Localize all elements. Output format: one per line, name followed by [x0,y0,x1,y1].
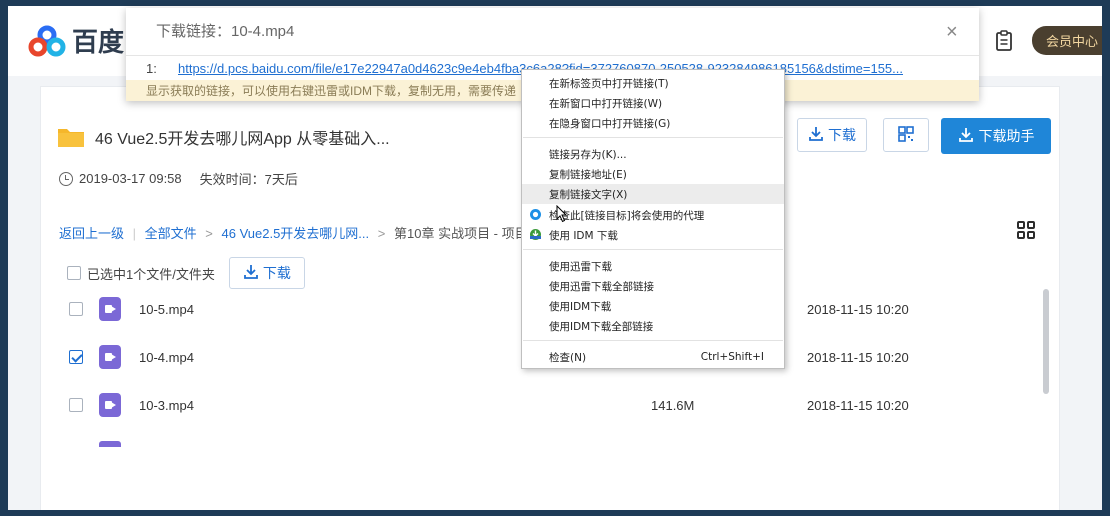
video-file-icon [99,345,121,369]
vip-center-button[interactable]: 会员中心 [1031,26,1102,55]
file-name[interactable]: 10-3.mp4 [139,398,194,413]
proxy-icon [529,208,542,221]
baidu-cloud-icon [28,24,66,58]
breadcrumb-separator: > [205,226,213,241]
menu-idm-download-2[interactable]: 使用IDM下载 [522,296,784,316]
menu-idm-download[interactable]: 使用 IDM 下载 [522,225,784,245]
close-icon[interactable]: × [946,22,958,42]
file-name[interactable]: 10-5.mp4 [139,302,194,317]
menu-copy-link-address[interactable]: 复制链接地址(E) [522,164,784,184]
link-index: 1: [146,60,157,76]
menu-thunder-download[interactable]: 使用迅雷下载 [522,256,784,276]
file-size: 141.6M [651,397,695,413]
clipboard-icon[interactable] [994,29,1014,52]
download-icon [958,127,974,146]
scrollbar[interactable] [1043,289,1049,394]
menu-inspect-label: 检查(N) [549,351,587,364]
video-file-icon [99,441,121,457]
file-date: 2018-11-15 10:20 [807,397,909,413]
video-file-icon [99,297,121,321]
file-date: 2018-11-15 10:20 [807,349,909,365]
file-row[interactable]: 10-3.mp4 141.6M 2018-11-15 10:20 [41,381,1041,429]
menu-separator [523,249,783,250]
download-helper-button[interactable]: 下载助手 [941,118,1051,154]
video-file-icon [99,393,121,417]
mouse-cursor-icon [556,204,568,223]
file-checkbox[interactable] [69,302,83,316]
file-checkbox[interactable] [69,398,83,412]
menu-idm-download-all[interactable]: 使用IDM下载全部链接 [522,316,784,336]
download-button-label: 下载 [828,127,856,143]
menu-open-new-tab[interactable]: 在新标签页中打开链接(T) [522,73,784,93]
menu-copy-link-text[interactable]: 复制链接文字(X) [522,184,784,204]
download-helper-label: 下载助手 [978,128,1035,144]
file-checkbox[interactable] [69,350,83,364]
menu-separator [523,340,783,341]
breadcrumb: 返回上一级 | 全部文件 > 46 Vue2.5开发去哪儿网... > 第10章… [59,226,541,241]
breadcrumb-all-files[interactable]: 全部文件 [145,226,197,241]
share-date: 2019-03-17 09:58 [79,171,182,186]
menu-idm-download-label: 使用 IDM 下载 [549,229,618,242]
clock-icon [59,171,73,186]
qrcode-button[interactable] [883,118,929,152]
menu-separator [523,137,783,138]
expire-time: 失效时间：7天后 [199,172,298,187]
download-icon [808,126,824,145]
batch-download-label: 下载 [262,265,291,281]
idm-icon [529,228,542,241]
file-date: 2018-11-15 10:20 [807,301,909,317]
file-name[interactable]: 10-4.mp4 [139,350,194,365]
folder-icon [57,126,85,148]
select-all-checkbox[interactable] [67,266,81,280]
breadcrumb-separator: > [377,226,386,241]
breadcrumb-folder[interactable]: 46 Vue2.5开发去哪儿网... [222,226,370,241]
breadcrumb-current: 第10章 实战项目 - 项目的 [394,226,541,241]
menu-save-link-as[interactable]: 链接另存为(K)... [522,144,784,164]
download-button[interactable]: 下载 [797,118,867,152]
folder-title: 46 Vue2.5开发去哪儿网App 从零基础入... [95,131,390,148]
grid-view-icon[interactable] [1017,221,1035,239]
menu-open-incognito[interactable]: 在隐身窗口中打开链接(G) [522,113,784,133]
selection-count: 已选中1个文件/文件夹 [87,266,215,282]
logo-text: 百度 [72,28,125,58]
menu-thunder-download-all[interactable]: 使用迅雷下载全部链接 [522,276,784,296]
menu-inspect-shortcut: Ctrl+Shift+I [700,351,764,363]
qrcode-icon [897,125,915,146]
menu-open-new-window[interactable]: 在新窗口中打开链接(W) [522,93,784,113]
menu-inspect[interactable]: 检查(N) Ctrl+Shift+I [522,347,784,367]
breadcrumb-back[interactable]: 返回上一级 [59,226,124,241]
dialog-title: 下载链接：10-4.mp4 [156,23,295,40]
menu-check-proxy-label: 检查此[链接目标]将会使用的代理 [549,209,705,222]
baidu-logo[interactable]: 百度 [28,22,124,59]
download-icon [243,264,259,283]
